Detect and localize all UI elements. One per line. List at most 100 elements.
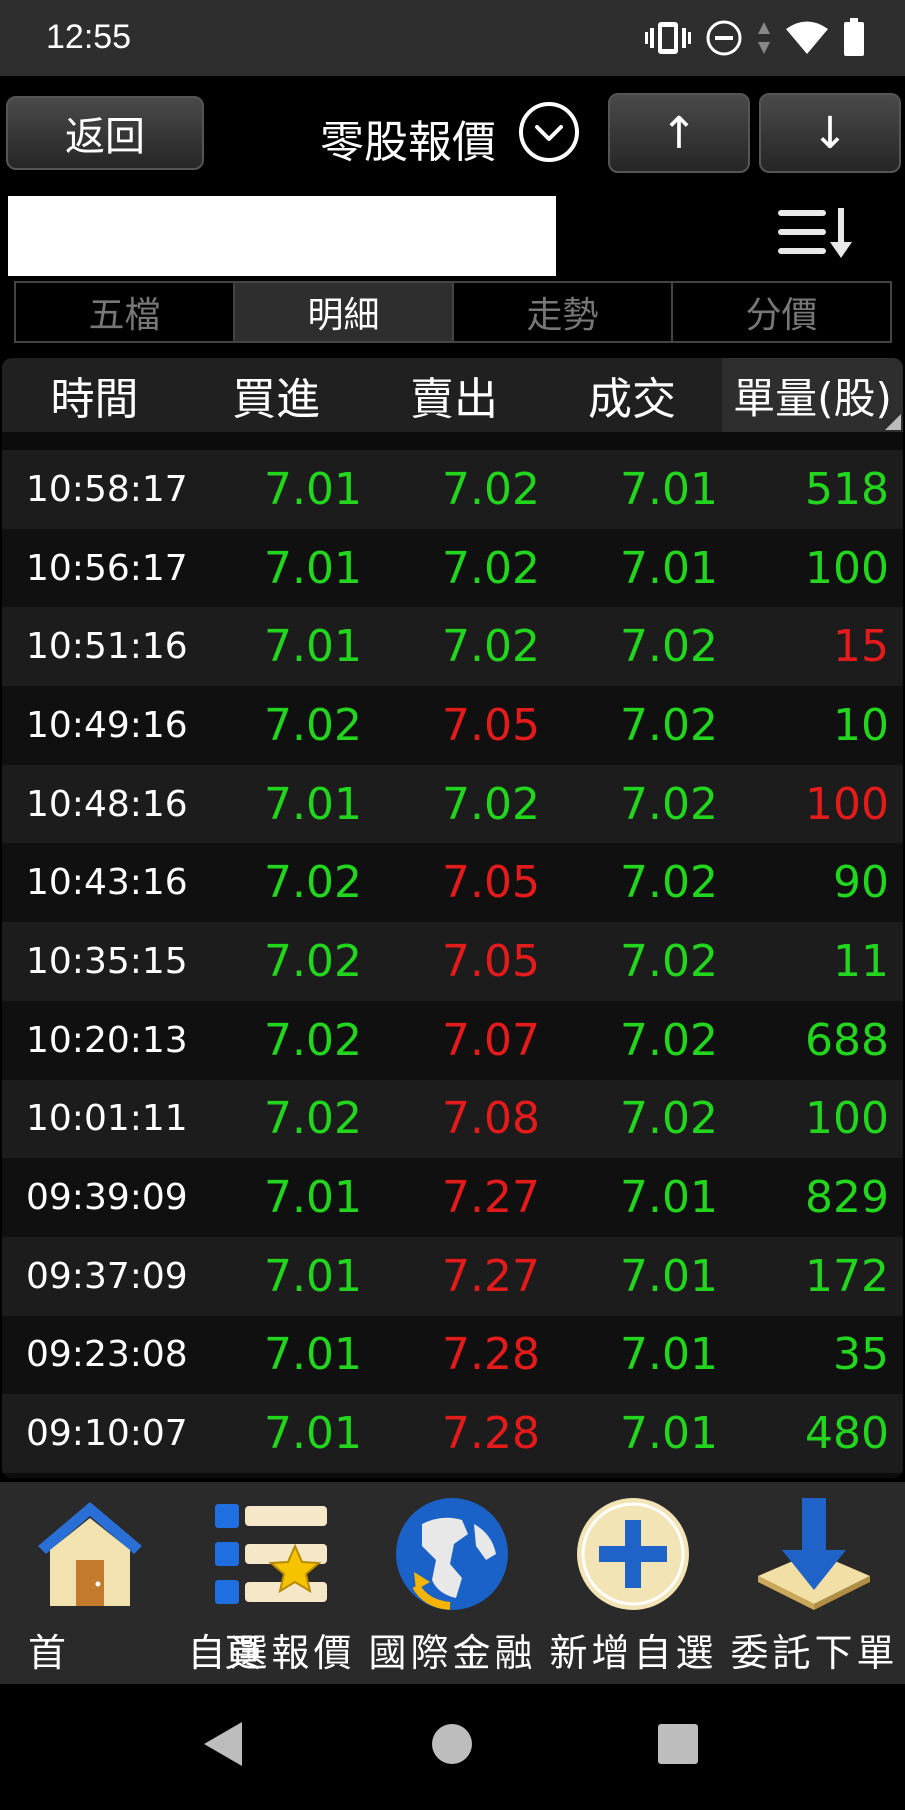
cell-deal: 7.01 <box>620 1329 718 1381</box>
recents-square-icon[interactable] <box>656 1722 700 1766</box>
cell-quantity: 100 <box>805 542 889 594</box>
system-nav-bar <box>0 1684 905 1810</box>
do-not-disturb-icon <box>706 20 742 56</box>
table-row[interactable]: 10:35:15 7.02 7.05 7.02 11 <box>2 922 903 1001</box>
stock-name-field[interactable] <box>8 196 556 276</box>
bottom-nav: 首 頁 自選報價 國際金融 新增自選 委託下單 <box>0 1482 905 1684</box>
watchlist-icon <box>215 1504 327 1604</box>
header-deal: 成交 <box>588 374 676 425</box>
cell-bid: 7.02 <box>264 699 362 751</box>
tab-trend[interactable]: 走勢 <box>454 283 673 341</box>
nav-international[interactable]: 國際金融 <box>362 1482 543 1684</box>
table-row[interactable]: 10:51:16 7.01 7.02 7.02 15 <box>2 607 903 687</box>
tab-bar: 五檔 明細 走勢 分價 <box>14 281 892 343</box>
nav-add-watchlist-label: 新增自選 <box>549 1631 718 1675</box>
nav-home[interactable]: 首 頁 <box>0 1482 262 1684</box>
cell-bid: 7.02 <box>264 1014 362 1066</box>
cell-ask: 7.02 <box>442 463 540 515</box>
cell-quantity: 480 <box>805 1408 889 1460</box>
cell-ask: 7.05 <box>442 857 540 909</box>
cell-quantity: 100 <box>805 1093 889 1145</box>
next-stock-button[interactable]: ↓ <box>759 93 901 173</box>
table-row[interactable]: 10:58:17 7.01 7.02 7.01 518 <box>2 450 903 529</box>
cell-time: 10:01:11 <box>26 1098 188 1140</box>
status-bar: 12:55 <box>0 0 905 76</box>
globe-icon <box>396 1498 508 1610</box>
battery-icon <box>844 18 864 56</box>
cell-time: 10:20:13 <box>26 1019 188 1061</box>
trade-details-table[interactable]: 時間 買進 賣出 成交 單量(股) 10:58:17 7.01 7.02 7.01 51… <box>2 358 903 1478</box>
header-quantity[interactable]: 單量(股) <box>722 358 903 432</box>
chevron-down-icon[interactable] <box>517 100 581 164</box>
data-arrows-icon <box>758 22 770 54</box>
cell-bid: 7.01 <box>264 542 362 594</box>
vibrate-icon <box>645 22 691 54</box>
cell-ask: 7.02 <box>442 778 540 830</box>
nav-watchlist[interactable]: 自選報價 <box>181 1482 362 1684</box>
nav-watchlist-label: 自選報價 <box>187 1631 356 1675</box>
cell-bid: 7.02 <box>264 935 362 987</box>
header-ask: 賣出 <box>410 374 498 425</box>
back-button[interactable]: 返回 <box>6 96 204 170</box>
cell-quantity: 518 <box>805 463 889 515</box>
cell-bid: 7.01 <box>264 1250 362 1302</box>
header-quantity-label: 單量(股) <box>733 373 892 423</box>
cell-ask: 7.08 <box>442 1093 540 1145</box>
dropdown-corner-icon <box>885 414 901 430</box>
cell-time: 10:56:17 <box>26 547 188 589</box>
cell-time: 09:37:09 <box>26 1255 188 1297</box>
table-row[interactable]: 10:48:16 7.01 7.02 7.02 100 <box>2 764 903 844</box>
cell-bid: 7.01 <box>264 778 362 830</box>
table-rows: 10:58:17 7.01 7.02 7.01 518 10:56:17 7.01 7.02 7… <box>2 450 903 1473</box>
cell-ask: 7.28 <box>442 1329 540 1381</box>
cell-bid: 7.01 <box>264 463 362 515</box>
sort-icon[interactable] <box>776 204 858 260</box>
table-row[interactable]: 09:39:09 7.01 7.27 7.01 829 <box>2 1158 903 1237</box>
cell-deal: 7.01 <box>620 542 718 594</box>
cell-time: 10:43:16 <box>26 862 188 904</box>
cell-ask: 7.28 <box>442 1408 540 1460</box>
cell-ask: 7.27 <box>442 1250 540 1302</box>
cell-deal: 7.02 <box>620 621 718 673</box>
table-row[interactable]: 10:49:16 7.02 7.05 7.02 10 <box>2 686 903 765</box>
cell-quantity: 10 <box>833 699 889 751</box>
page-title[interactable]: 零股報價 <box>320 106 496 170</box>
cell-quantity: 11 <box>833 935 889 987</box>
cell-quantity: 688 <box>805 1014 889 1066</box>
cell-ask: 7.05 <box>442 935 540 987</box>
cell-deal: 7.01 <box>620 1408 718 1460</box>
cell-quantity: 15 <box>833 621 889 673</box>
table-row[interactable]: 09:10:07 7.01 7.28 7.01 480 <box>2 1394 903 1473</box>
cell-ask: 7.05 <box>442 699 540 751</box>
previous-stock-button[interactable]: ↑ <box>608 93 750 173</box>
cell-time: 09:23:08 <box>26 1334 188 1376</box>
table-row[interactable]: 10:20:13 7.02 7.07 7.02 688 <box>2 1000 903 1080</box>
cell-bid: 7.02 <box>264 857 362 909</box>
cell-deal: 7.02 <box>620 935 718 987</box>
tab-five-levels[interactable]: 五檔 <box>16 283 235 341</box>
cell-time: 10:51:16 <box>26 626 188 668</box>
table-row[interactable]: 09:37:09 7.01 7.27 7.01 172 <box>2 1236 903 1316</box>
home-circle-icon[interactable] <box>430 1722 474 1766</box>
back-triangle-icon[interactable] <box>200 1720 246 1768</box>
cell-deal: 7.02 <box>620 1093 718 1145</box>
tab-price-distribution[interactable]: 分價 <box>673 283 890 341</box>
cell-ask: 7.07 <box>442 1014 540 1066</box>
table-row[interactable]: 09:23:08 7.01 7.28 7.01 35 <box>2 1315 903 1395</box>
cell-deal: 7.02 <box>620 1014 718 1066</box>
cell-deal: 7.01 <box>620 463 718 515</box>
home-icon <box>38 1502 142 1606</box>
cell-bid: 7.01 <box>264 1172 362 1224</box>
cell-ask: 7.27 <box>442 1172 540 1224</box>
table-row[interactable]: 10:43:16 7.02 7.05 7.02 90 <box>2 843 903 923</box>
cell-time: 09:10:07 <box>26 1413 188 1455</box>
nav-place-order[interactable]: 委託下單 <box>724 1482 905 1684</box>
nav-add-watchlist[interactable]: 新增自選 <box>543 1482 724 1684</box>
cell-ask: 7.02 <box>442 542 540 594</box>
tab-details[interactable]: 明細 <box>235 283 454 341</box>
table-row[interactable]: 10:01:11 7.02 7.08 7.02 100 <box>2 1079 903 1159</box>
cell-time: 10:48:16 <box>26 783 188 825</box>
add-icon <box>577 1498 689 1610</box>
table-row[interactable]: 10:56:17 7.01 7.02 7.01 100 <box>2 528 903 608</box>
cell-time: 09:39:09 <box>26 1177 188 1219</box>
